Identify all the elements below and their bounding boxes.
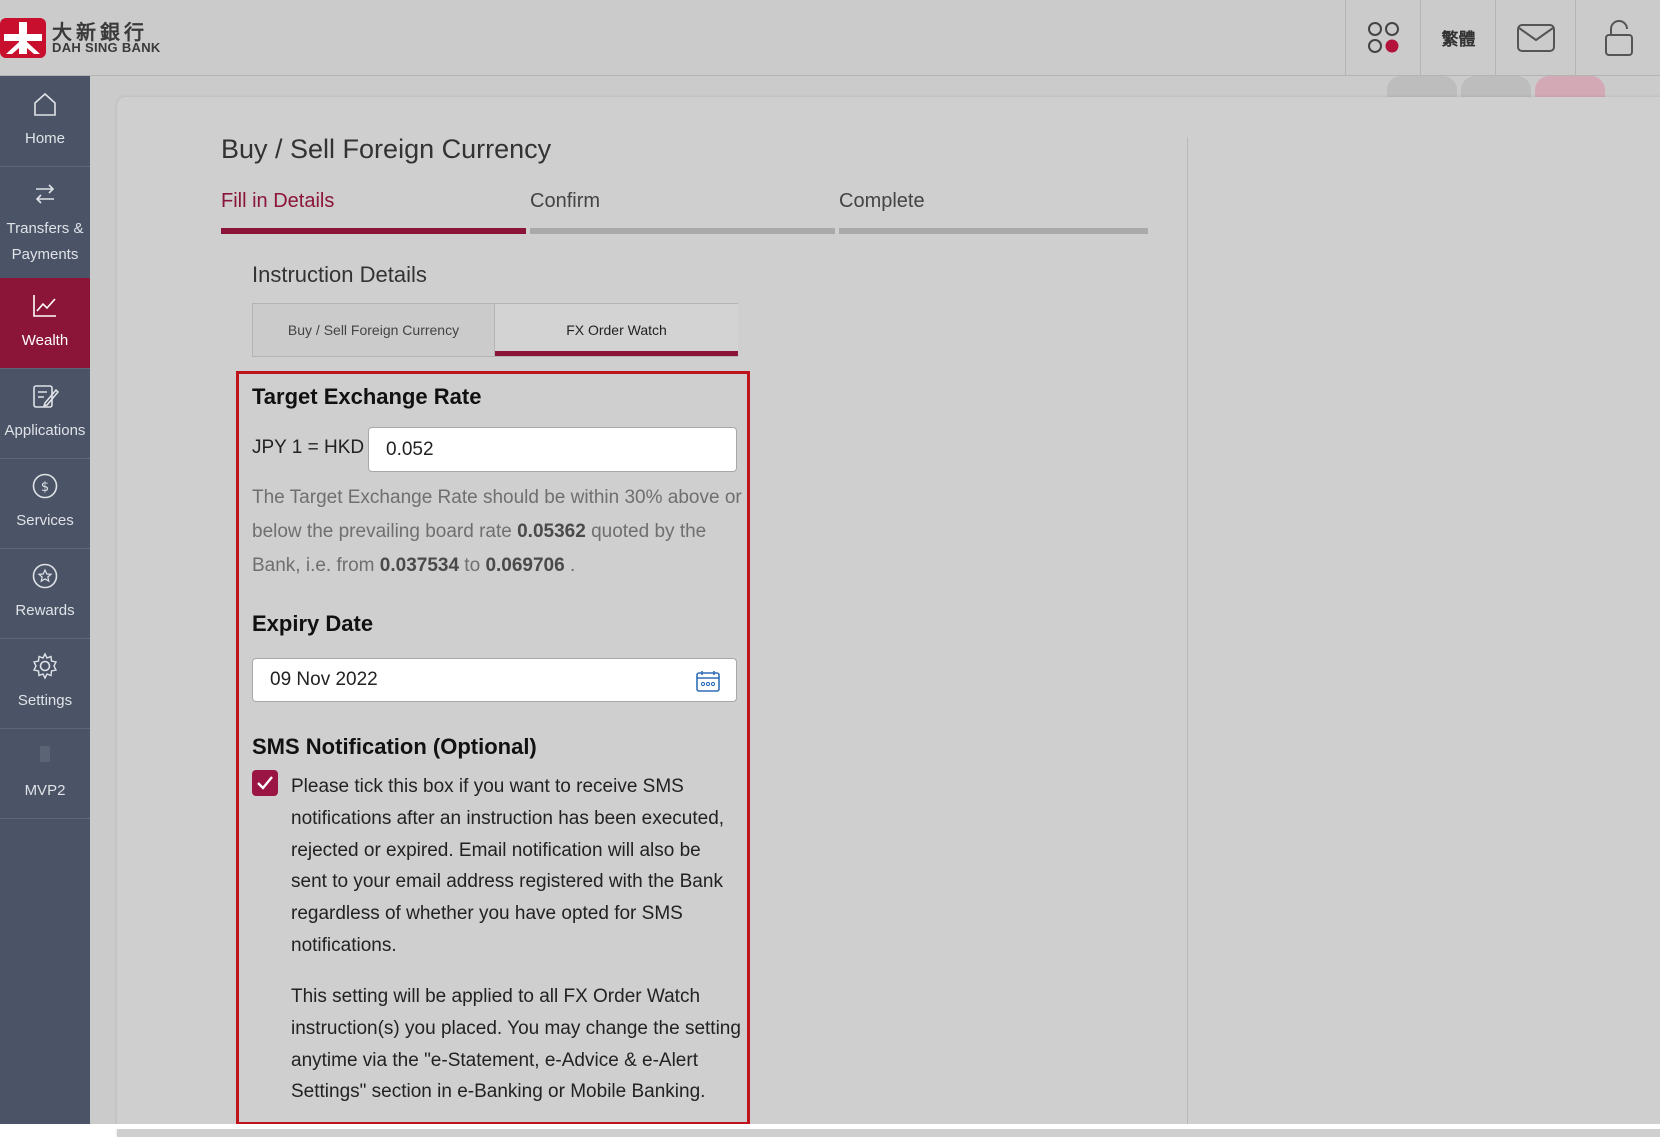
board-rate: 0.05362 [517,521,586,542]
tab-fx-order-watch[interactable]: FX Order Watch [494,304,738,356]
step-complete: Complete [839,190,925,212]
sms-heading: SMS Notification (Optional) [252,734,537,759]
instruction-type-tabs: Buy / Sell Foreign Currency FX Order Wat… [252,303,738,357]
apps-icon [1367,21,1399,53]
sidebar-item-label: Transfers & Payments [6,220,84,263]
checkmark-icon [257,776,273,790]
target-rate-value: 0.052 [386,438,434,460]
header-tab-active[interactable] [1535,76,1605,98]
expiry-date-input[interactable]: 09 Nov 2022 [252,658,737,702]
header-tab[interactable] [1387,76,1457,98]
expiry-date-value: 09 Nov 2022 [270,669,378,690]
sidebar-item-wealth[interactable]: Wealth [0,278,90,369]
step-fill-in-details: Fill in Details [221,190,335,212]
rate-max: 0.069706 [485,555,565,576]
sms-setting-note: This setting will be applied to all FX O… [291,986,741,1103]
sms-description: Please tick this box if you want to rece… [291,776,725,956]
sidebar-item-label: Wealth [21,332,69,349]
step-progress-bar [221,228,526,234]
calendar-icon[interactable] [696,670,720,692]
note-text: to [459,555,486,576]
column-divider [1187,137,1188,1127]
target-rate-input[interactable]: 0.052 [368,427,737,472]
page-title: Buy / Sell Foreign Currency [221,134,552,164]
gear-icon [32,652,58,680]
sms-checkbox[interactable] [252,770,278,796]
section-title: Instruction Details [252,262,427,287]
sidebar-item-label: Services [16,512,74,529]
lock-icon [1604,19,1633,56]
step-confirm: Confirm [530,190,601,212]
step-progress-bar [839,228,1148,234]
step-progress-bar [530,228,835,234]
bottom-edge [0,1124,1660,1129]
bank-logo[interactable]: 大新銀行 DAH SING BANK [0,16,170,60]
sidebar: Home Transfers & Payments Wealth Applica… [0,76,90,1124]
bank-name-en: DAH SING BANK [52,40,161,55]
sidebar-item-label: Rewards [15,602,75,619]
sidebar-item-mvp2[interactable]: MVP2 [0,728,90,819]
sidebar-item-home[interactable]: Home [0,76,90,167]
sidebar-item-label: Settings [17,692,73,709]
sidebar-item-label: Applications [4,422,86,439]
logout-button[interactable] [1575,0,1660,75]
note-text: . [564,555,576,576]
sidebar-item-rewards[interactable]: Rewards [0,548,90,639]
expiry-date-heading: Expiry Date [252,611,374,636]
target-rate-note: The Target Exchange Rate should be withi… [252,481,742,583]
rate-min: 0.037534 [379,555,460,576]
chart-icon [33,295,56,317]
transfer-icon [35,184,55,204]
sidebar-item-settings[interactable]: Settings [0,638,90,729]
mail-button[interactable] [1495,0,1576,75]
dah-sing-logo-icon [0,18,46,58]
home-icon [34,92,56,116]
sidebar-item-applications[interactable]: Applications [0,368,90,459]
top-bar: 大新銀行 DAH SING BANK 繁體 [0,0,1660,76]
sidebar-item-transfers[interactable]: Transfers & Payments [0,166,90,279]
tab-buy-sell[interactable]: Buy / Sell Foreign Currency [253,304,494,356]
apps-button[interactable] [1345,0,1421,75]
star-icon [32,563,58,589]
phone-icon [40,746,50,762]
svg-text:$: $ [41,480,49,495]
dollar-icon: $ [32,473,58,499]
rate-label: JPY 1 = HKD [252,437,365,458]
language-toggle[interactable]: 繁體 [1420,0,1496,75]
sidebar-item-services[interactable]: $ Services [0,458,90,549]
target-rate-heading: Target Exchange Rate [252,384,482,409]
edit-icon [33,385,59,408]
mail-icon [1517,23,1555,52]
sidebar-item-label: MVP2 [24,782,66,799]
sidebar-item-label: Home [24,130,65,147]
language-label: 繁體 [1441,30,1476,49]
header-tab[interactable] [1461,76,1531,98]
